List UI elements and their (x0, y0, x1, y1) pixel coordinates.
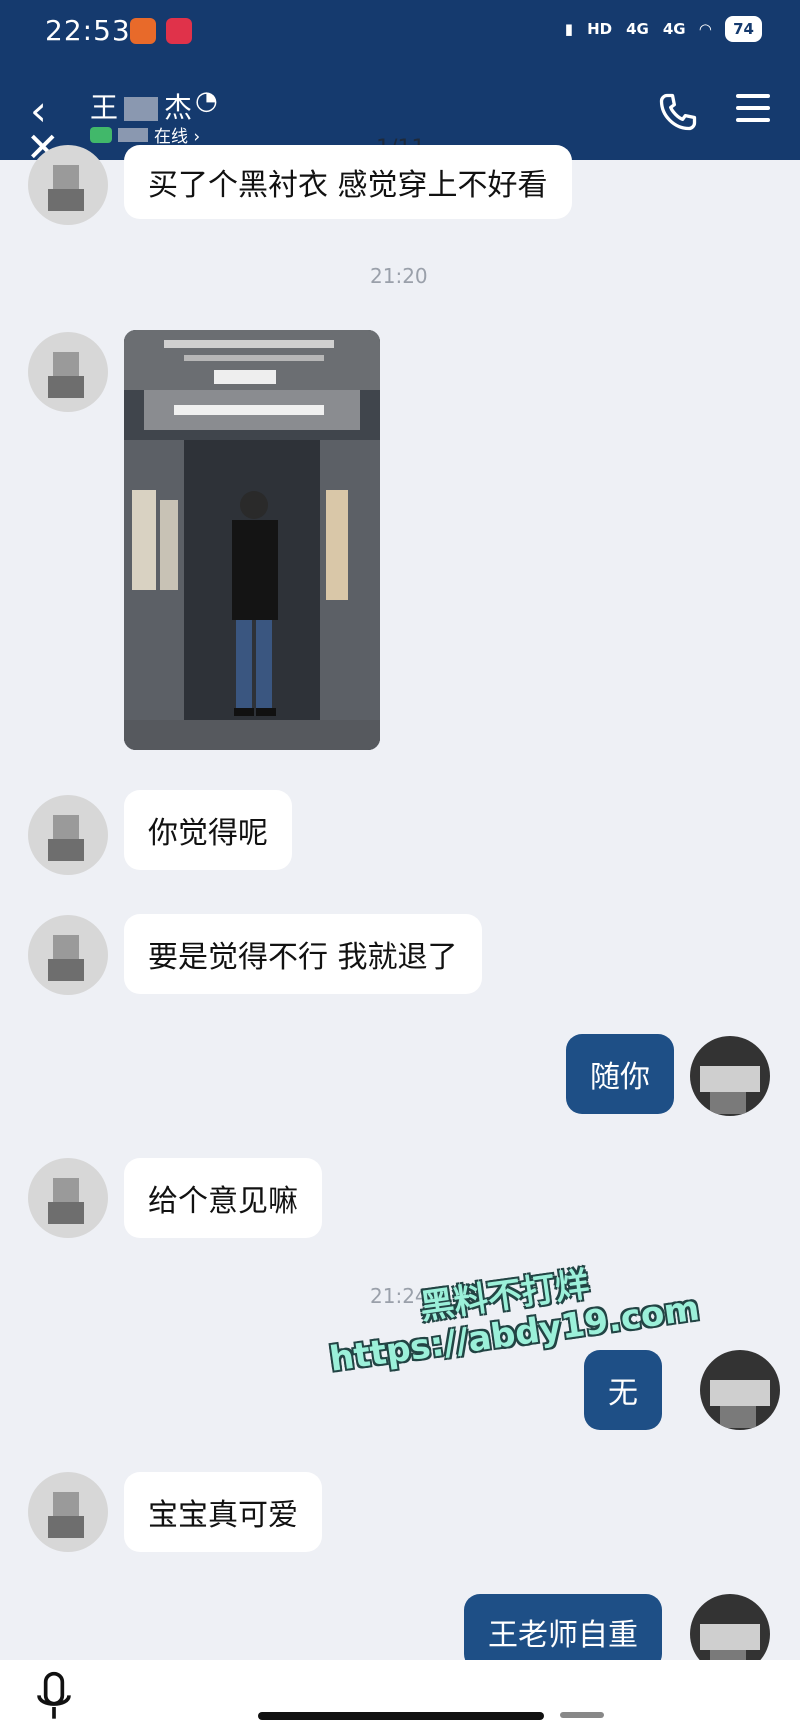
message-bubble[interactable]: 宝宝真可爱 (124, 1472, 322, 1552)
contact-name[interactable]: 王杰 (90, 86, 192, 126)
name-mosaic (124, 97, 159, 121)
contact-status[interactable]: 在线 › (90, 122, 200, 147)
signal-2: 4G (662, 20, 686, 38)
input-bar (0, 1660, 800, 1735)
status-indicators: ▮ HD 4G 4G ◠ 74 (565, 16, 762, 42)
signal-1: 4G (626, 20, 649, 38)
my-avatar[interactable] (690, 1036, 770, 1116)
online-status-icon (90, 126, 112, 143)
my-message-bubble[interactable]: 王老师自重 (464, 1594, 662, 1670)
phone-icon[interactable] (656, 90, 700, 134)
scroll-indicator (560, 1712, 604, 1718)
contact-name-left: 王 (90, 91, 119, 124)
vibrate-icon: ▮ (564, 20, 574, 38)
message-bubble[interactable]: 买了个黑衬衣 感觉穿上不好看 (124, 145, 572, 219)
app-notification-icon (130, 18, 156, 44)
status-time: 22:53 (45, 14, 131, 47)
contact-avatar[interactable] (28, 1472, 108, 1552)
wifi-icon: ◠ (699, 20, 712, 38)
message-bubble[interactable]: 给个意见嘛 (124, 1158, 322, 1238)
message-bubble[interactable]: 你觉得呢 (124, 790, 292, 870)
my-message-bubble[interactable]: 随你 (566, 1034, 674, 1114)
message-image[interactable] (124, 330, 380, 750)
status-text: 在线 › (154, 127, 201, 147)
contact-avatar[interactable] (28, 145, 108, 225)
status-mosaic (118, 127, 148, 142)
app-notification-icon (166, 18, 192, 44)
battery-indicator: 74 (725, 16, 762, 42)
contact-avatar[interactable] (28, 795, 108, 875)
mic-icon[interactable] (34, 1670, 74, 1724)
hd-label: HD (587, 20, 613, 38)
my-avatar[interactable] (700, 1350, 780, 1430)
contact-name-right: 杰 (164, 91, 193, 124)
menu-icon[interactable] (736, 94, 770, 124)
my-message-bubble[interactable]: 无 (584, 1350, 662, 1430)
elevator-photo (124, 330, 380, 750)
message-bubble[interactable]: 要是觉得不行 我就退了 (124, 914, 482, 994)
status-bar: 22:53 ▮ HD 4G 4G ◠ 74 (0, 0, 800, 70)
contact-avatar[interactable] (28, 1158, 108, 1238)
home-indicator[interactable] (258, 1712, 544, 1720)
message-timestamp: 21:20 (370, 264, 428, 288)
contact-avatar[interactable] (28, 332, 108, 412)
contact-avatar[interactable] (28, 915, 108, 995)
ear-icon: ◔ (195, 86, 218, 116)
